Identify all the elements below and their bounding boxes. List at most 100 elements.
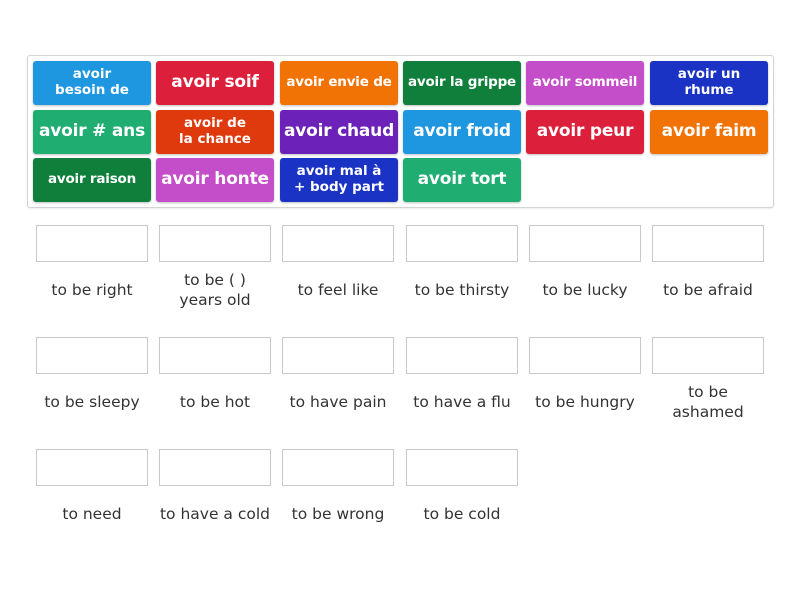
- answer-tile-line: avoir raison: [47, 171, 137, 188]
- answer-tile-text: avoir la grippe: [408, 75, 516, 91]
- target-label: to be ( ) years old: [153, 270, 277, 310]
- target-label-line: to be right: [51, 281, 133, 299]
- answer-tile[interactable]: avoir sommeil: [526, 61, 644, 105]
- answer-tile[interactable]: avoir faim: [650, 110, 768, 154]
- answer-tile-text: avoir chaud: [284, 122, 394, 142]
- target-label: to have a flu: [400, 392, 524, 412]
- answer-tile[interactable]: avoir froid: [403, 110, 521, 154]
- answer-tile-text: avoir besoin de: [55, 67, 129, 98]
- drop-target-box[interactable]: [282, 337, 394, 374]
- answer-tile-line: + body part: [294, 179, 384, 195]
- target-label-line: to be hungry: [535, 393, 635, 411]
- answer-tile-text: avoir peur: [537, 122, 634, 142]
- answer-tile-text: avoir faim: [662, 122, 757, 142]
- answer-tile-text: avoir froid: [413, 122, 511, 142]
- target-label: to have a cold: [153, 504, 277, 524]
- drop-target-box[interactable]: [36, 225, 148, 262]
- answer-tile-line: avoir la grippe: [407, 74, 517, 91]
- answer-tile-line: avoir honte: [161, 169, 269, 190]
- answer-tile-line: avoir chaud: [283, 121, 395, 142]
- drop-target-box[interactable]: [529, 225, 641, 262]
- answer-tile[interactable]: avoir # ans: [33, 110, 151, 154]
- drop-target-box[interactable]: [406, 225, 518, 262]
- answer-tile[interactable]: avoir soif: [156, 61, 274, 105]
- answer-tile-line: avoir froid: [413, 121, 511, 142]
- answer-tile-text: avoir mal à + body part: [294, 164, 384, 195]
- target-label-line: to be cold: [423, 505, 501, 523]
- target-label: to be hungry: [523, 392, 647, 412]
- target-label: to be sleepy: [30, 392, 154, 412]
- answer-tile-text: avoir un rhume: [678, 67, 740, 98]
- answer-tile-line: la chance: [179, 131, 251, 147]
- target-label: to be ashamed: [646, 382, 770, 422]
- target-label-line: ashamed: [672, 403, 744, 422]
- answer-tile-text: avoir tort: [418, 170, 507, 190]
- target-label: to be lucky: [523, 280, 647, 300]
- drop-target-box[interactable]: [406, 449, 518, 486]
- target-label: to feel like: [276, 280, 400, 300]
- drop-target-box[interactable]: [159, 225, 271, 262]
- target-label: to be thirsty: [400, 280, 524, 300]
- answer-tile[interactable]: avoir chaud: [280, 110, 398, 154]
- target-label: to be wrong: [276, 504, 400, 524]
- answer-tile[interactable]: avoir de la chance: [156, 110, 274, 154]
- target-label-line: to be afraid: [663, 281, 753, 299]
- target-label-line: years old: [179, 291, 251, 310]
- answer-tile[interactable]: avoir mal à + body part: [280, 158, 398, 202]
- drop-target-box[interactable]: [159, 449, 271, 486]
- answer-tile[interactable]: avoir honte: [156, 158, 274, 202]
- target-label-line: to be ( ): [184, 271, 246, 289]
- drop-target-box[interactable]: [282, 225, 394, 262]
- target-label-line: to be wrong: [291, 505, 385, 523]
- target-label-line: to be thirsty: [414, 281, 510, 299]
- target-label-line: to need: [62, 505, 122, 523]
- answer-tile-text: avoir raison: [48, 172, 136, 188]
- target-label-line: to be sleepy: [44, 393, 140, 411]
- answer-tile-line: besoin de: [55, 82, 129, 98]
- target-label: to have pain: [276, 392, 400, 412]
- answer-tile[interactable]: avoir la grippe: [403, 61, 521, 105]
- drop-target-box[interactable]: [652, 225, 764, 262]
- drop-target-box[interactable]: [652, 337, 764, 374]
- answer-tile[interactable]: avoir peur: [526, 110, 644, 154]
- answer-tile-line: avoir sommeil: [532, 74, 638, 91]
- answer-tile[interactable]: avoir envie de: [280, 61, 398, 105]
- answer-tile-line: avoir de: [184, 115, 246, 132]
- answer-tile-line: avoir mal à: [296, 163, 382, 180]
- target-label: to be afraid: [646, 280, 770, 300]
- target-label: to need: [30, 504, 154, 524]
- target-label: to be right: [30, 280, 154, 300]
- answer-tile-line: avoir tort: [417, 169, 507, 190]
- target-label-line: to have a cold: [159, 505, 271, 523]
- answer-tile[interactable]: avoir tort: [403, 158, 521, 202]
- target-label-line: to have a flu: [413, 393, 511, 411]
- target-label-line: to be: [688, 383, 728, 401]
- answer-tile-line: avoir peur: [536, 121, 634, 142]
- drop-target-box[interactable]: [36, 449, 148, 486]
- answer-tile-text: avoir envie de: [286, 75, 391, 91]
- answer-tile[interactable]: avoir raison: [33, 158, 151, 202]
- answer-tile[interactable]: avoir un rhume: [650, 61, 768, 105]
- drop-target-box[interactable]: [282, 449, 394, 486]
- answer-tile-line: avoir faim: [661, 121, 757, 142]
- answer-tile-line: avoir envie de: [286, 74, 392, 91]
- target-label-line: to feel like: [297, 281, 379, 299]
- target-label-line: to be lucky: [542, 281, 628, 299]
- answer-tile-line: rhume: [684, 82, 734, 98]
- answer-tile-text: avoir sommeil: [532, 74, 638, 91]
- answer-tile-text: avoir # ans: [39, 122, 145, 142]
- answer-tile-line: avoir soif: [171, 72, 259, 93]
- answer-tile-line: avoir: [72, 66, 112, 83]
- target-label: to be cold: [400, 504, 524, 524]
- target-label: to be hot: [153, 392, 277, 412]
- drop-target-box[interactable]: [159, 337, 271, 374]
- drop-target-box[interactable]: [36, 337, 148, 374]
- drop-target-box[interactable]: [529, 337, 641, 374]
- answer-tile-text: avoir soif: [171, 72, 259, 93]
- answer-tile-text: avoir de la chance: [179, 116, 251, 147]
- target-label-line: to be hot: [179, 393, 251, 411]
- drop-target-box[interactable]: [406, 337, 518, 374]
- answer-tile[interactable]: avoir besoin de: [33, 61, 151, 105]
- answer-tile-text: avoir honte: [161, 170, 269, 190]
- answer-tile-line: avoir # ans: [38, 121, 146, 142]
